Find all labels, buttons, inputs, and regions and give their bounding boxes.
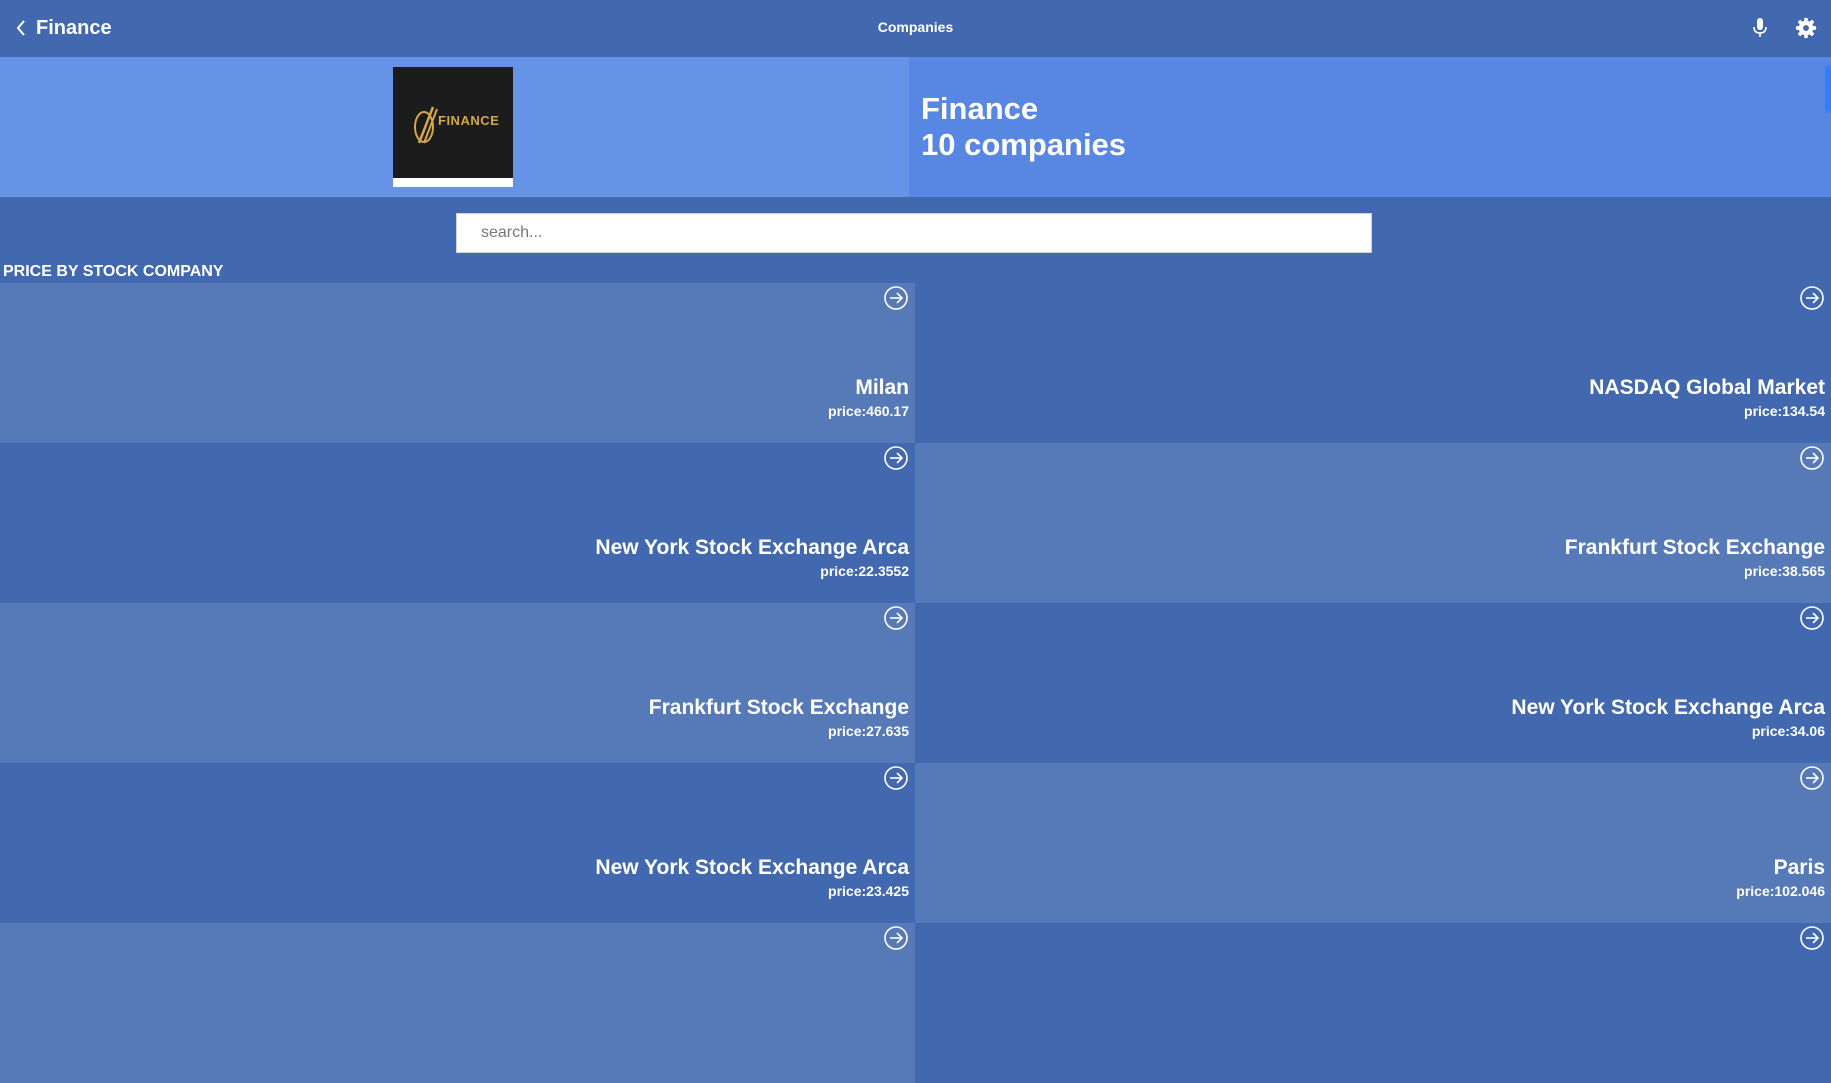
company-name: Milan — [855, 376, 909, 399]
company-price: price:38.565 — [1744, 563, 1825, 579]
gear-icon[interactable] — [1795, 17, 1817, 39]
company-name: NASDAQ Global Market — [1589, 376, 1825, 399]
company-name: New York Stock Exchange Arca — [595, 536, 909, 559]
company-name: Frankfurt Stock Exchange — [648, 696, 909, 719]
company-tile[interactable]: Frankfurt Stock Exchange price:38.565 — [915, 443, 1831, 603]
arrow-right-circle-icon[interactable] — [883, 445, 909, 471]
company-price: price:134.54 — [1744, 403, 1825, 419]
hero-logo-panel: FINANCE — [0, 57, 909, 197]
company-tile[interactable] — [915, 923, 1831, 1083]
company-tile[interactable]: Frankfurt Stock Exchange price:27.635 — [0, 603, 915, 763]
arrow-right-circle-icon[interactable] — [1799, 285, 1825, 311]
company-tile[interactable]: New York Stock Exchange Arca price:23.42… — [0, 763, 915, 923]
company-tile[interactable] — [0, 923, 915, 1083]
company-tile[interactable]: Milan price:460.17 — [0, 283, 915, 443]
arrow-right-circle-icon[interactable] — [883, 765, 909, 791]
search-input[interactable] — [456, 213, 1372, 253]
company-price: price:27.635 — [828, 723, 909, 739]
company-price: price:34.06 — [1751, 723, 1825, 739]
arrow-right-circle-icon[interactable] — [1799, 765, 1825, 791]
arrow-right-circle-icon[interactable] — [1799, 605, 1825, 631]
company-logo: FINANCE — [393, 67, 513, 187]
arrow-right-circle-icon[interactable] — [883, 925, 909, 951]
arrow-right-circle-icon[interactable] — [883, 605, 909, 631]
company-price: price:460.17 — [828, 403, 909, 419]
scrollbar-thumb[interactable] — [1825, 65, 1831, 113]
company-name: Paris — [1773, 856, 1825, 879]
company-name: New York Stock Exchange Arca — [1511, 696, 1825, 719]
company-price: price:23.425 — [828, 883, 909, 899]
logo-wordmark: FINANCE — [438, 113, 500, 128]
company-price: price:102.046 — [1736, 883, 1825, 899]
company-name: New York Stock Exchange Arca — [595, 856, 909, 879]
microphone-icon[interactable] — [1752, 17, 1768, 39]
arrow-right-circle-icon[interactable] — [1799, 925, 1825, 951]
company-count: 10 companies — [921, 127, 1127, 162]
hero-info-panel: Finance 10 companies — [909, 57, 1831, 197]
category-name: Finance — [921, 91, 1039, 126]
page-title: Companies — [877, 19, 954, 35]
arrow-right-circle-icon[interactable] — [883, 285, 909, 311]
company-grid: Milan price:460.17 NASDAQ Global Market … — [0, 283, 1831, 1083]
arrow-right-circle-icon[interactable] — [1799, 445, 1825, 471]
company-tile[interactable]: Paris price:102.046 — [915, 763, 1831, 923]
company-tile[interactable]: NASDAQ Global Market price:134.54 — [915, 283, 1831, 443]
section-title: PRICE BY STOCK COMPANY — [3, 263, 224, 280]
company-tile[interactable]: New York Stock Exchange Arca price:34.06 — [915, 603, 1831, 763]
company-name: Frankfurt Stock Exchange — [1564, 536, 1825, 559]
logo-footer — [393, 178, 513, 187]
top-bar: Finance Companies — [0, 0, 1831, 57]
logo-mark-icon — [414, 106, 438, 144]
company-tile[interactable]: New York Stock Exchange Arca price:22.35… — [0, 443, 915, 603]
company-price: price:22.3552 — [820, 563, 909, 579]
